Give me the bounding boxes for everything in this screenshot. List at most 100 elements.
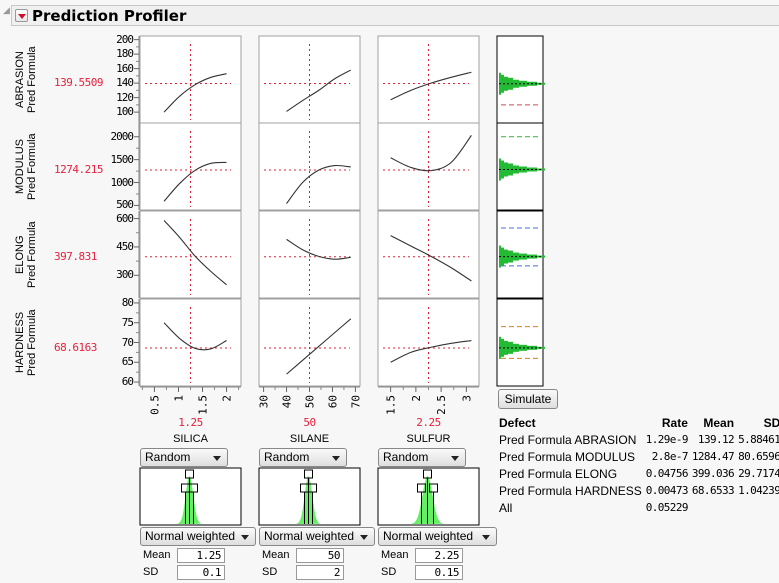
dropdown-value: Normal weighted [264, 529, 355, 543]
current-value-abrasion: 139.5509 [54, 76, 103, 90]
defect-mean: 68.6533 [691, 484, 735, 497]
x-tick-label: 40 [281, 395, 294, 408]
sd-input-sulfur[interactable]: 0.15 [415, 565, 463, 580]
factor-current-value-sulfur[interactable]: 2.25 [399, 416, 459, 429]
defect-sd [736, 499, 779, 516]
col-mean: Mean [703, 415, 735, 430]
defect-row: Pred Formula MODULUS 2.8e-7 1284.47 80.6596 [497, 448, 779, 465]
current-value-elong: 397.831 [54, 249, 97, 263]
chevron-down-icon [332, 456, 340, 461]
dist-mode-dropdown-silane[interactable]: Random [259, 448, 347, 467]
mean-input-silica[interactable]: 1.25 [177, 548, 225, 563]
response-label-line2: HARDNESS [14, 311, 26, 374]
defect-row: All 0.05229 [497, 499, 779, 516]
y-tick-label: 300 [116, 268, 134, 282]
mean-label: Mean [381, 549, 409, 561]
dist-mode-dropdown-sulfur[interactable]: Random [378, 448, 466, 467]
factor-name-silane: SILANE [289, 433, 330, 445]
x-tick-label: 2 [410, 395, 423, 402]
y-tick-label: 450 [116, 239, 134, 253]
defect-name: Pred Formula HARDNESS [499, 483, 642, 498]
defect-sd: 1.04239 [738, 484, 779, 497]
defect-mean: 399.036 [691, 467, 735, 480]
defect-sd: 80.6596 [738, 450, 779, 463]
defect-mean: 139.12 [697, 433, 735, 446]
response-label-line2: ABRASION [14, 51, 26, 108]
y-tick-label: 75 [121, 315, 134, 329]
current-value-modulus: 1274.215 [54, 162, 103, 176]
dist-type-dropdown-silane[interactable]: Normal weighted [259, 527, 375, 546]
defect-rate: 1.29e-9 [645, 433, 689, 446]
sd-label: SD [381, 566, 397, 578]
y-tick-label: 60 [121, 375, 134, 389]
response-label-line1: Pred Formula [26, 309, 38, 376]
defect-rate: 0.00473 [645, 484, 689, 497]
response-label-line2: ELONG [14, 235, 26, 274]
dropdown-value: Random [145, 450, 191, 464]
y-tick-label: 160 [116, 61, 134, 75]
x-tick-label: 70 [349, 395, 362, 408]
chevron-down-icon [451, 456, 459, 461]
response-label-line1: Pred Formula [26, 133, 38, 200]
y-tick-label: 600 [116, 211, 134, 225]
response-label-line2: MODULUS [14, 139, 26, 195]
y-tick-label: 500 [116, 198, 134, 212]
response-label-modulus: MODULUS Pred Formula [14, 123, 50, 210]
y-tick-label: 100 [116, 105, 134, 119]
response-label-line1: Pred Formula [26, 221, 38, 288]
dist-type-dropdown-silica[interactable]: Normal weighted [140, 527, 256, 546]
chevron-down-icon [360, 535, 368, 540]
dist-type-dropdown-sulfur[interactable]: Normal weighted [378, 527, 497, 546]
sd-label: SD [262, 566, 278, 578]
x-tick-label: 1 [172, 395, 185, 402]
x-tick-label: 1.5 [385, 395, 398, 415]
col-sd: SD [763, 415, 779, 430]
defect-mean: 1284.47 [691, 450, 735, 463]
defect-name: Pred Formula ABRASION [499, 432, 637, 447]
mean-input-silane[interactable]: 50 [296, 548, 344, 563]
defect-row: Pred Formula ELONG 0.04756 399.036 29.7174 [497, 465, 779, 482]
y-tick-label: 1000 [110, 175, 135, 189]
x-tick-label: 1.5 [197, 395, 210, 415]
x-tick-label: 50 [304, 395, 317, 408]
y-tick-label: 80 [121, 295, 134, 309]
x-tick-label: 2.5 [435, 395, 448, 415]
x-tick-label: 2 [221, 395, 234, 402]
y-tick-label: 65 [121, 355, 134, 369]
current-value-hardness: 68.6163 [54, 340, 97, 354]
defect-mean [690, 499, 736, 516]
y-tick-label: 1500 [110, 152, 135, 166]
defect-name: Pred Formula ELONG [499, 466, 618, 481]
defect-table: Defect Rate Mean SD Pred Formula ABRASIO… [497, 414, 779, 516]
factor-name-sulfur: SULFUR [406, 433, 451, 445]
dist-mode-dropdown-silica[interactable]: Random [140, 448, 228, 467]
factor-name-silica: SILICA [173, 433, 208, 445]
response-label-elong: ELONG Pred Formula [14, 211, 50, 298]
chevron-down-icon [482, 535, 490, 540]
simulate-button[interactable]: Simulate [498, 389, 558, 409]
response-label-abrasion: ABRASION Pred Formula [14, 36, 50, 123]
y-tick-label: 140 [116, 76, 134, 90]
sd-input-silane[interactable]: 2 [296, 565, 344, 580]
y-tick-label: 180 [116, 47, 134, 61]
mean-label: Mean [262, 549, 290, 561]
defect-row: Pred Formula HARDNESS 0.00473 68.6533 1.042… [497, 482, 779, 499]
mean-input-sulfur[interactable]: 2.25 [415, 548, 463, 563]
defect-table-header: Defect Rate Mean SD [497, 414, 779, 431]
factor-current-value-silane[interactable]: 50 [280, 416, 340, 429]
y-tick-label: 2000 [110, 129, 135, 143]
dropdown-value: Normal weighted [145, 529, 236, 543]
mean-label: Mean [143, 549, 171, 561]
chevron-down-icon [241, 535, 249, 540]
defect-rate: 0.04756 [645, 467, 689, 480]
defect-rate: 0.05229 [645, 501, 689, 514]
defect-name: Pred Formula MODULUS [499, 449, 636, 464]
y-tick-label: 70 [121, 335, 134, 349]
factor-current-value-silica[interactable]: 1.25 [161, 416, 221, 429]
x-tick-label: 0.5 [148, 395, 161, 415]
sd-input-silica[interactable]: 0.1 [177, 565, 225, 580]
defect-row: Pred Formula ABRASION 1.29e-9 139.12 5.8846… [497, 431, 779, 448]
chevron-down-icon [213, 456, 221, 461]
response-label-line1: Pred Formula [26, 46, 38, 113]
x-tick-label: 30 [258, 395, 271, 408]
